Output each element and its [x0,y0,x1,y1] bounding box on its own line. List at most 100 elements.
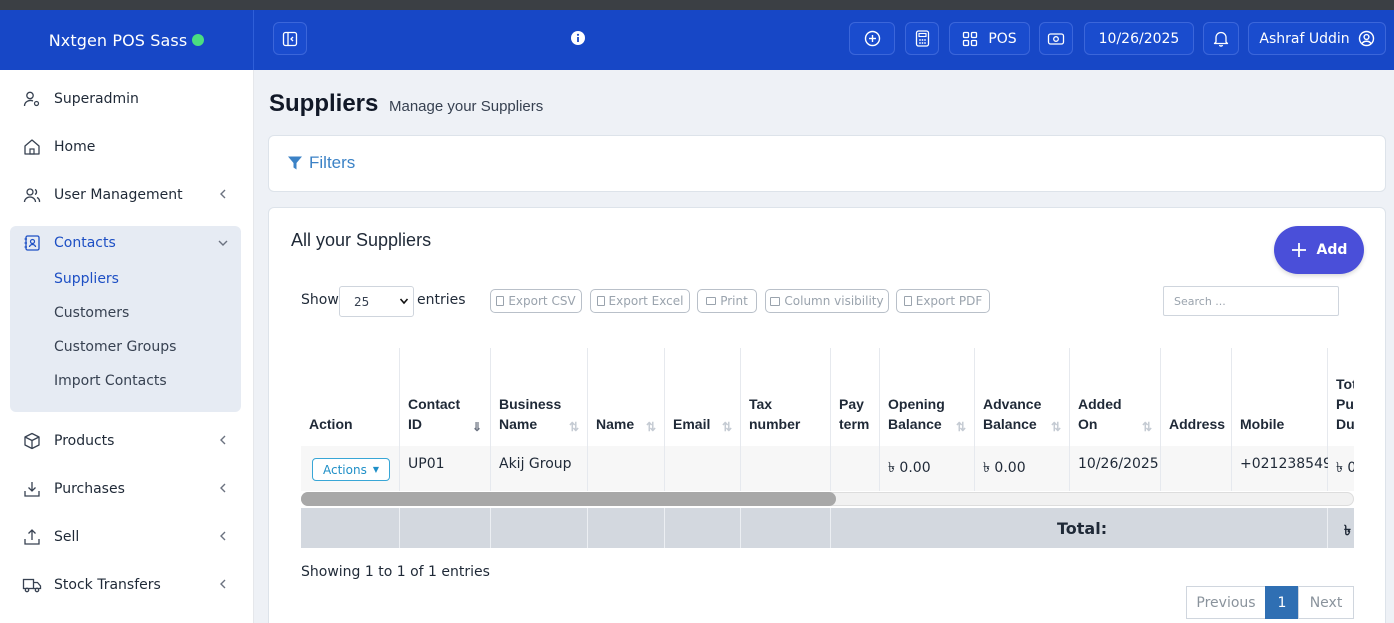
bell-icon [1213,31,1229,47]
chevron-left-icon [220,189,226,199]
user-circle-icon [1358,30,1374,47]
file-icon [596,296,605,306]
sidebar-item-user-management[interactable]: User Management [10,173,241,217]
table-cell: ৳ 0 [1328,446,1354,491]
notifications-button[interactable] [1203,22,1239,55]
sidebar-item-superadmin[interactable]: Superadmin [10,77,241,121]
export-pdf-button[interactable]: Export PDF [896,289,990,313]
table-footer-cell [665,508,741,548]
sidebar-sub-customers[interactable]: Customers [54,305,129,321]
scrollbar-thumb[interactable] [301,492,836,506]
column-header-email[interactable]: Email ⇅ [665,348,741,446]
table-cell: ৳ 0.00 [880,446,975,491]
sidebar-item-label: Sell [54,529,80,545]
filters-panel[interactable]: Filters [268,135,1386,192]
table-footer-cell [588,508,665,548]
sidebar-item-sell[interactable]: Sell [10,515,241,559]
table-cell [588,446,665,491]
truck-icon [10,576,54,594]
column-header-tax-number[interactable]: Tax number [741,348,831,446]
sidebar-item-purchases[interactable]: Purchases [10,467,241,511]
search-input[interactable]: Search ... [1163,286,1339,316]
page-title: Suppliers [269,90,379,117]
column-header-business-name[interactable]: Business Name ⇅ [491,348,588,446]
table-cell: Akij Group [491,446,588,491]
user-gear-icon [10,90,54,108]
total-amount-cell: ৳ [1328,508,1354,548]
sidebar-item-contacts[interactable]: Contacts [10,221,241,265]
pos-button[interactable]: POS [949,22,1030,55]
column-header-contact-id[interactable]: Contact ID ⇓ [400,348,491,446]
users-icon [10,186,54,204]
brand-name: Nxtgen POS Sass [48,30,188,50]
column-header-name[interactable]: Name ⇅ [588,348,665,446]
button-label: Column visibility [784,294,884,308]
button-label: Print [720,294,748,308]
column-header-total-purchase-due[interactable]: TotPuDu [1328,348,1354,446]
button-label: Export PDF [915,294,983,308]
button-label: Export CSV [508,294,576,308]
plus-icon [1291,243,1306,257]
pagination-previous[interactable]: Previous [1186,586,1266,619]
sort-icon: ⇅ [1050,420,1061,434]
table-info: Showing 1 to 1 of 1 entries [301,564,490,580]
pagination-next[interactable]: Next [1298,586,1354,619]
export-csv-button[interactable]: Export CSV [490,289,582,313]
add-supplier-button[interactable]: Add [1274,226,1364,274]
table-cell [831,446,880,491]
download-icon [10,480,54,498]
entries-select[interactable]: 25 [339,286,414,317]
sort-desc-icon: ⇓ [471,420,482,434]
column-header-opening-balance[interactable]: Opening Balance ⇅ [880,348,975,446]
sidebar-item-home[interactable]: Home [10,125,241,169]
current-date: 10/26/2025 [1098,30,1180,47]
calculator-button[interactable] [905,22,939,55]
sidebar-toggle-button[interactable] [273,22,307,55]
chevron-down-icon [399,298,409,305]
file-icon [496,296,505,306]
column-header-pay-term[interactable]: Pay term [831,348,880,446]
info-icon[interactable] [570,30,586,50]
table-cell [665,446,741,491]
sort-icon: ⇅ [955,420,966,434]
table-footer-cell [400,508,491,548]
sidebar: Superadmin Home User Management Contacts… [0,70,254,623]
plus-circle-icon [864,30,880,47]
sidebar-item-label: Products [54,433,115,449]
user-menu-button[interactable]: Ashraf Uddin [1248,22,1386,55]
filters-label: Filters [309,153,356,172]
column-header-mobile[interactable]: Mobile [1232,348,1328,446]
sidebar-item-label: User Management [54,187,183,203]
table-cell [1161,446,1232,491]
pos-label: POS [988,30,1017,47]
date-display[interactable]: 10/26/2025 [1084,22,1194,55]
sidebar-item-products[interactable]: Products [10,419,241,463]
cube-icon [10,432,54,450]
row-actions-button[interactable]: Actions ▼ [312,458,390,481]
add-quick-button[interactable] [849,22,895,55]
column-header-added-on[interactable]: Added On ⇅ [1070,348,1161,446]
sidebar-item-label: Stock Transfers [54,577,161,593]
column-visibility-button[interactable]: Column visibility [765,289,889,313]
chevron-left-icon [220,579,226,589]
sidebar-item-stock-transfers[interactable]: Stock Transfers [10,563,241,607]
brand-logo[interactable]: Nxtgen POS Sass [0,10,254,70]
sidebar-sub-customer-groups[interactable]: Customer Groups [54,339,176,355]
column-header-action: Action [301,348,400,446]
cash-button[interactable] [1039,22,1073,55]
sidebar-item-label: Purchases [54,481,125,497]
export-excel-button[interactable]: Export Excel [590,289,690,313]
filters-toggle[interactable]: Filters [287,153,355,173]
suppliers-table: Action Contact ID ⇓ Business Name ⇅ Name ⇅ Em… [301,348,1354,553]
column-header-address[interactable]: Address [1161,348,1232,446]
table-cell: 10/26/2025 [1070,446,1161,491]
chevron-down-icon [218,240,228,246]
upload-icon [10,528,54,546]
column-header-advance-balance[interactable]: Advance Balance ⇅ [975,348,1070,446]
sidebar-sub-suppliers[interactable]: Suppliers [54,271,119,287]
button-label: Export Excel [608,294,684,308]
print-button[interactable]: Print [697,289,757,313]
table-footer-cell [301,508,400,548]
sidebar-sub-import-contacts[interactable]: Import Contacts [54,373,167,389]
pagination-page-1[interactable]: 1 [1265,586,1299,619]
